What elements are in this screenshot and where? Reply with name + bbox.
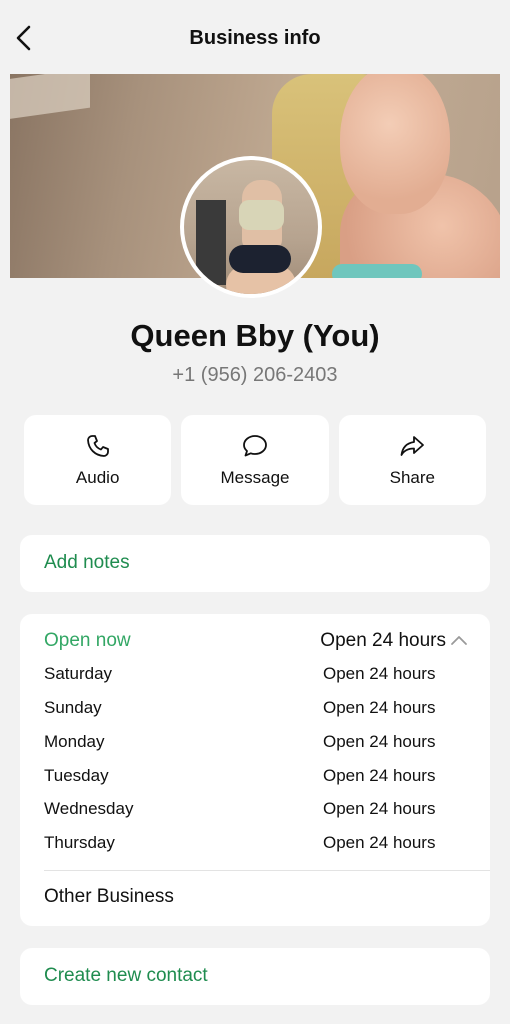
profile-phone: +1 (956) 206-2403	[172, 364, 338, 386]
add-notes-link[interactable]: Add notes	[44, 552, 130, 574]
day-hours: Open 24 hours	[323, 799, 436, 818]
day-name: Wednesday	[44, 799, 134, 818]
hours-row: Thursday Open 24 hours	[44, 833, 444, 855]
day-hours: Open 24 hours	[323, 664, 436, 683]
chat-bubble-icon	[243, 435, 267, 457]
create-contact-card[interactable]: Create new contact	[20, 948, 490, 1005]
hours-summary[interactable]: Open 24 hours	[320, 630, 446, 652]
day-name: Thursday	[44, 833, 115, 852]
day-name: Saturday	[44, 664, 113, 683]
share-label: Share	[389, 468, 435, 487]
hours-row: Tuesday Open 24 hours	[44, 766, 444, 788]
hours-row: Saturday Open 24 hours	[44, 664, 444, 686]
share-button[interactable]: Share	[338, 415, 486, 505]
profile-name: Queen Bby (You)	[130, 318, 380, 353]
audio-button[interactable]: Audio	[24, 415, 172, 505]
hours-row: Monday Open 24 hours	[44, 732, 444, 754]
share-arrow-icon	[400, 436, 425, 456]
profile-avatar[interactable]	[180, 156, 322, 298]
day-hours: Open 24 hours	[323, 732, 436, 751]
open-status: Open now	[44, 630, 131, 651]
business-hours-card: Open now Open 24 hours Saturday Open 24 …	[20, 614, 490, 926]
day-hours: Open 24 hours	[323, 698, 436, 717]
hours-row: Wednesday Open 24 hours	[44, 799, 444, 821]
day-hours: Open 24 hours	[323, 833, 436, 852]
business-category: Other Business	[44, 886, 174, 907]
message-label: Message	[220, 468, 290, 487]
day-name: Monday	[44, 732, 105, 751]
day-name: Tuesday	[44, 766, 109, 785]
audio-label: Audio	[75, 468, 120, 487]
page-title: Business info	[189, 27, 321, 49]
message-button[interactable]: Message	[181, 415, 329, 505]
day-name: Sunday	[44, 698, 102, 717]
phone-icon	[86, 435, 109, 457]
top-bar: Business info	[0, 0, 510, 74]
chevron-up-icon[interactable]	[450, 632, 468, 650]
add-notes-card[interactable]: Add notes	[20, 535, 490, 592]
hours-row: Sunday Open 24 hours	[44, 698, 444, 720]
action-buttons: Audio Message Share	[24, 415, 486, 505]
day-hours: Open 24 hours	[323, 766, 436, 785]
divider	[44, 870, 490, 871]
create-contact-link[interactable]: Create new contact	[44, 965, 208, 987]
